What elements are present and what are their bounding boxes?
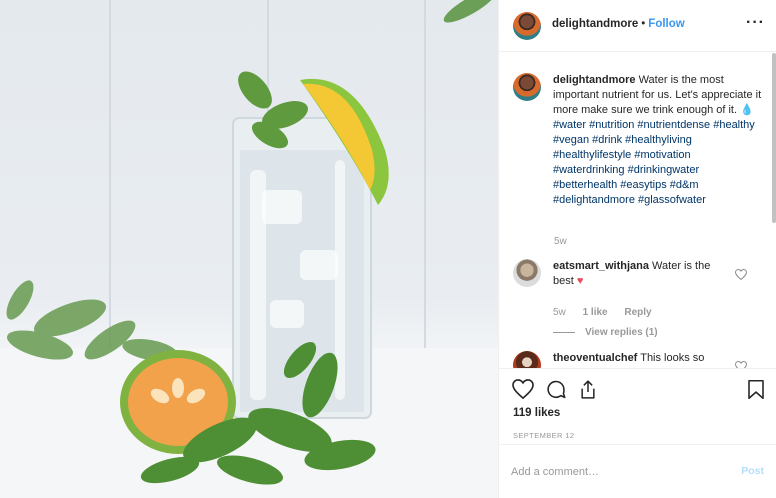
header-separator: •	[641, 18, 646, 30]
commenter-avatar[interactable]	[513, 259, 541, 287]
comment-username[interactable]: eatsmart_withjana	[553, 260, 649, 272]
comment-text: theoventualchef This looks so	[553, 351, 723, 366]
post-comment-button[interactable]: Post	[741, 465, 764, 477]
header-user-line: delightandmore • Follow	[552, 18, 685, 30]
comment-username[interactable]: theoventualchef	[553, 352, 637, 364]
water-drop-icon: 💧	[740, 104, 754, 116]
comment-body: This looks so	[640, 352, 705, 364]
post-photo[interactable]	[0, 0, 498, 498]
comment-like-heart-icon[interactable]	[735, 269, 747, 280]
caption-hashtags[interactable]: #water #nutrition #nutrientdense #health…	[553, 119, 755, 206]
caption-text: delightandmore Water is the most importa…	[553, 73, 763, 208]
glass-of-water-illustration	[0, 0, 498, 498]
post-side-panel: delightandmore • Follow ··· delightandmore…	[498, 0, 776, 498]
comments-scrollbar[interactable]	[772, 53, 776, 223]
red-heart-emoji-icon: ♥	[576, 275, 584, 287]
bookmark-icon[interactable]	[747, 379, 765, 400]
avatar[interactable]	[513, 12, 541, 40]
caption-time: 5w	[554, 236, 567, 247]
header-username[interactable]: delightandmore	[552, 18, 638, 30]
post-date: SEPTEMBER 12	[513, 431, 575, 440]
add-comment-bar: Post	[499, 444, 776, 498]
comment-meta: 5w 1 like Reply	[553, 307, 666, 318]
caption-avatar[interactable]	[513, 73, 541, 101]
reply-button[interactable]: Reply	[624, 307, 651, 318]
commenter-avatar[interactable]	[513, 351, 541, 368]
likes-count[interactable]: 119 likes	[513, 407, 560, 419]
share-upload-icon[interactable]	[578, 379, 598, 400]
more-options-icon[interactable]: ···	[746, 14, 765, 32]
like-heart-icon[interactable]	[512, 379, 534, 399]
view-replies-label: View replies (1)	[585, 327, 658, 338]
view-replies-button[interactable]: View replies (1)	[553, 327, 658, 338]
comment-time: 5w	[553, 307, 566, 318]
comments-list[interactable]: delightandmore Water is the most importa…	[499, 53, 776, 368]
follow-button[interactable]: Follow	[648, 18, 684, 30]
comment-bubble-icon[interactable]	[545, 379, 567, 400]
caption-username[interactable]: delightandmore	[553, 74, 636, 86]
comment-likes[interactable]: 1 like	[583, 307, 608, 318]
add-comment-input[interactable]	[511, 463, 721, 481]
comment-like-heart-icon[interactable]	[735, 361, 747, 368]
post-header: delightandmore • Follow ···	[499, 0, 776, 52]
replies-divider	[553, 331, 575, 333]
comment-text: eatsmart_withjana Water is the best ♥	[553, 259, 723, 289]
